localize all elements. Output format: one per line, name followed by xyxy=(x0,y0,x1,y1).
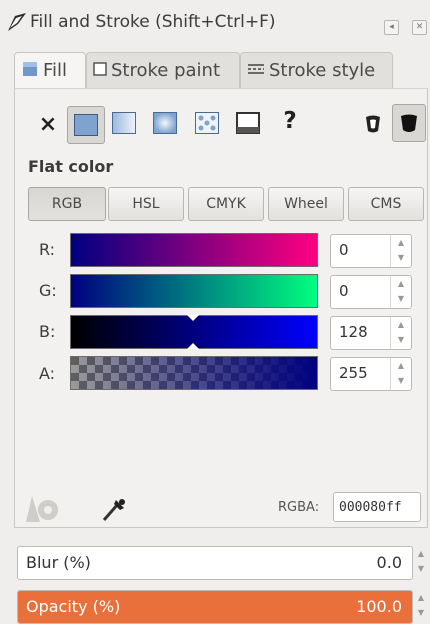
flat-color-icon xyxy=(74,114,98,136)
iconify-button[interactable]: ◂ xyxy=(384,20,399,35)
evenodd-icon xyxy=(366,115,380,133)
green-spinbox[interactable]: 0 ▲ ▼ xyxy=(330,275,412,309)
flat-color-button[interactable] xyxy=(67,106,105,144)
opacity-value: 100.0 xyxy=(356,597,402,616)
fill-stroke-icon xyxy=(8,13,26,31)
red-label: R: xyxy=(39,240,56,259)
blur-value: 0.0 xyxy=(376,553,402,572)
title-bar: Fill and Stroke (Shift+Ctrl+F) ◂ ✕ xyxy=(0,0,430,46)
unset-icon: ? xyxy=(283,108,297,134)
stroke-style-icon xyxy=(247,53,265,89)
no-paint-icon: × xyxy=(38,112,58,137)
stroke-swatch-icon xyxy=(93,53,107,89)
rgba-input[interactable]: 000080ff xyxy=(333,492,421,522)
radial-gradient-button[interactable] xyxy=(153,112,185,144)
red-spin-arrows[interactable]: ▲ ▼ xyxy=(390,235,411,267)
mode-wheel-button[interactable]: Wheel xyxy=(268,187,344,221)
mode-cms-label: CMS xyxy=(370,196,402,212)
eyedropper-icon xyxy=(102,499,125,521)
tab-stroke-paint[interactable]: Stroke paint xyxy=(86,52,240,88)
linear-gradient-button[interactable] xyxy=(112,112,144,144)
mode-cmyk-button[interactable]: CMYK xyxy=(188,187,264,221)
close-button[interactable]: ✕ xyxy=(412,20,427,35)
green-label: G: xyxy=(39,281,57,300)
tab-fill[interactable]: Fill xyxy=(14,52,86,90)
red-slider[interactable] xyxy=(70,233,318,267)
no-paint-button[interactable]: × xyxy=(32,110,64,142)
blue-spinbox[interactable]: 128 ▲ ▼ xyxy=(330,316,412,350)
alpha-label: A: xyxy=(39,364,56,383)
linear-gradient-icon xyxy=(112,112,136,134)
alpha-value: 255 xyxy=(339,364,368,382)
close-icon: ✕ xyxy=(415,22,424,32)
section-title: Flat color xyxy=(28,157,114,176)
window-title: Fill and Stroke (Shift+Ctrl+F) xyxy=(30,12,276,32)
mode-wheel-label: Wheel xyxy=(284,196,328,212)
pattern-button[interactable] xyxy=(195,112,227,144)
color-managed-icon xyxy=(26,496,58,522)
blue-slider[interactable] xyxy=(70,315,318,349)
red-spinbox[interactable]: 0 ▲ ▼ xyxy=(330,234,412,268)
green-slider[interactable] xyxy=(70,274,318,308)
rgba-label: RGBA: xyxy=(278,500,320,515)
pattern-icon xyxy=(195,112,219,134)
alpha-spin-arrows[interactable]: ▲ ▼ xyxy=(390,358,411,390)
blue-slider-marker[interactable] xyxy=(187,315,199,349)
iconify-icon: ◂ xyxy=(389,22,394,32)
alpha-slider[interactable] xyxy=(70,356,318,390)
blue-value: 128 xyxy=(339,323,368,341)
radial-gradient-icon xyxy=(153,112,177,134)
blur-spinbox[interactable]: Blur (%) 0.0 xyxy=(17,546,413,580)
fill-swatch-icon xyxy=(23,53,37,89)
tab-stroke-style-label: Stroke style xyxy=(269,60,376,81)
opacity-spinbox[interactable]: Opacity (%) 100.0 xyxy=(17,590,413,624)
blur-spin-arrows[interactable]: ▲ ▼ xyxy=(412,546,430,578)
alpha-spinbox[interactable]: 255 ▲ ▼ xyxy=(330,357,412,391)
pick-color-button[interactable] xyxy=(98,494,128,524)
mode-rgb-label: RGB xyxy=(51,196,83,212)
mode-hsl-button[interactable]: HSL xyxy=(108,187,184,221)
green-value: 0 xyxy=(339,282,349,300)
blue-spin-arrows[interactable]: ▲ ▼ xyxy=(390,317,411,349)
tab-stroke-style[interactable]: Stroke style xyxy=(240,52,393,88)
unset-paint-button[interactable]: ? xyxy=(274,106,306,138)
mode-hsl-label: HSL xyxy=(132,196,160,212)
green-spin-arrows[interactable]: ▲ ▼ xyxy=(390,276,411,308)
opacity-label: Opacity (%) xyxy=(26,597,121,616)
mode-rgb-button[interactable]: RGB xyxy=(28,187,106,221)
tab-fill-label: Fill xyxy=(43,60,68,81)
evenodd-button[interactable] xyxy=(361,112,393,144)
mode-cmyk-label: CMYK xyxy=(206,196,246,212)
blue-label: B: xyxy=(39,322,56,341)
blur-label: Blur (%) xyxy=(26,553,91,572)
tab-bar: Fill Stroke paint Stroke style xyxy=(14,52,426,90)
mode-cms-button[interactable]: CMS xyxy=(348,187,424,221)
opacity-spin-arrows[interactable]: ▲ ▼ xyxy=(412,590,430,622)
nonzero-button[interactable] xyxy=(392,104,426,142)
red-value: 0 xyxy=(339,241,349,259)
swatch-icon xyxy=(236,112,260,134)
swatch-button[interactable] xyxy=(236,112,268,144)
nonzero-icon xyxy=(401,114,417,132)
tab-stroke-paint-label: Stroke paint xyxy=(111,60,221,81)
